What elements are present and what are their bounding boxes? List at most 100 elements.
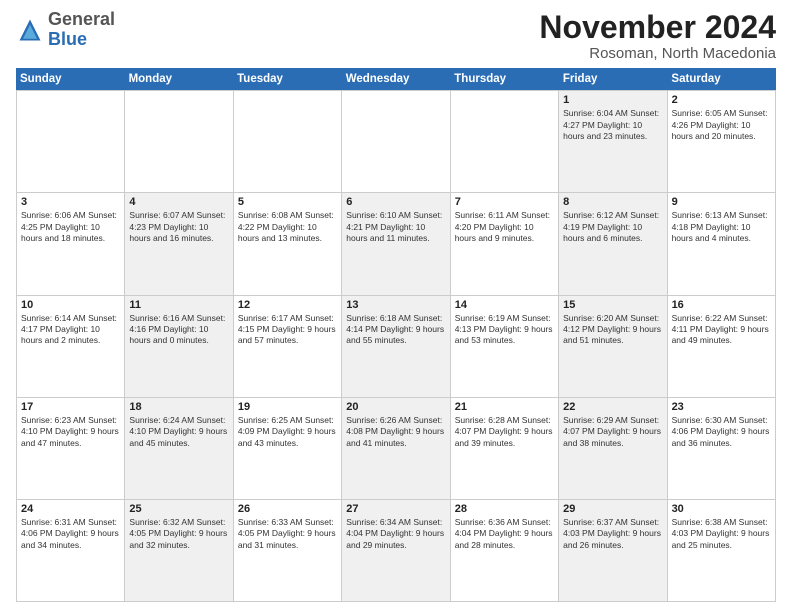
day-info: Sunrise: 6:25 AM Sunset: 4:09 PM Dayligh…	[238, 415, 337, 449]
day-number: 1	[563, 94, 662, 106]
header-tuesday: Tuesday	[233, 68, 342, 90]
day-info: Sunrise: 6:30 AM Sunset: 4:06 PM Dayligh…	[672, 415, 771, 449]
header-thursday: Thursday	[450, 68, 559, 90]
main-title: November 2024	[539, 10, 776, 45]
day-number: 4	[129, 196, 228, 208]
calendar-cell: 23 Sunrise: 6:30 AM Sunset: 4:06 PM Dayli…	[668, 398, 776, 499]
calendar-cell: 1 Sunrise: 6:04 AM Sunset: 4:27 PM Daylig…	[559, 91, 667, 192]
day-info: Sunrise: 6:29 AM Sunset: 4:07 PM Dayligh…	[563, 415, 662, 449]
calendar-row-2: 10 Sunrise: 6:14 AM Sunset: 4:17 PM Dayli…	[17, 296, 776, 398]
calendar-cell: 21 Sunrise: 6:28 AM Sunset: 4:07 PM Dayli…	[451, 398, 559, 499]
day-number: 23	[672, 401, 771, 413]
day-info: Sunrise: 6:34 AM Sunset: 4:04 PM Dayligh…	[346, 517, 445, 551]
calendar-cell: 14Sunrise: 6:19 AM Sunset: 4:13 PM Dayli…	[451, 296, 559, 397]
day-info: Sunrise: 6:05 AM Sunset: 4:26 PM Dayligh…	[672, 108, 771, 142]
day-info: Sunrise: 6:26 AM Sunset: 4:08 PM Dayligh…	[346, 415, 445, 449]
title-block: November 2024 Rosoman, North Macedonia	[539, 10, 776, 62]
day-number: 24	[21, 503, 120, 515]
calendar-row-0: 1 Sunrise: 6:04 AM Sunset: 4:27 PM Daylig…	[17, 91, 776, 193]
day-info: Sunrise: 6:28 AM Sunset: 4:07 PM Dayligh…	[455, 415, 554, 449]
day-info: Sunrise: 6:36 AM Sunset: 4:04 PM Dayligh…	[455, 517, 554, 551]
calendar-cell: 15 Sunrise: 6:20 AM Sunset: 4:12 PM Dayli…	[559, 296, 667, 397]
header-sunday: Sunday	[16, 68, 125, 90]
day-info: Sunrise: 6:22 AM Sunset: 4:11 PM Dayligh…	[672, 313, 771, 347]
day-number: 6	[346, 196, 445, 208]
day-number: 18	[129, 401, 228, 413]
day-number: 7	[455, 196, 554, 208]
logo-blue: Blue	[48, 29, 87, 49]
subtitle: Rosoman, North Macedonia	[539, 45, 776, 62]
day-info: Sunrise: 6:16 AM Sunset: 4:16 PM Dayligh…	[129, 313, 228, 347]
day-number: 15	[563, 299, 662, 311]
calendar-row-4: 24 Sunrise: 6:31 AM Sunset: 4:06 PM Dayli…	[17, 500, 776, 602]
day-info: Sunrise: 6:13 AM Sunset: 4:18 PM Dayligh…	[672, 210, 771, 244]
day-info: Sunrise: 6:08 AM Sunset: 4:22 PM Dayligh…	[238, 210, 337, 244]
calendar-cell: 3 Sunrise: 6:06 AM Sunset: 4:25 PM Daylig…	[17, 193, 125, 294]
calendar-cell: 2 Sunrise: 6:05 AM Sunset: 4:26 PM Daylig…	[668, 91, 776, 192]
day-number: 8	[563, 196, 662, 208]
calendar-cell: 8 Sunrise: 6:12 AM Sunset: 4:19 PM Daylig…	[559, 193, 667, 294]
header-monday: Monday	[125, 68, 234, 90]
calendar-cell: 27Sunrise: 6:34 AM Sunset: 4:04 PM Dayli…	[342, 500, 450, 601]
calendar-cell: 5 Sunrise: 6:08 AM Sunset: 4:22 PM Daylig…	[234, 193, 342, 294]
day-number: 13	[346, 299, 445, 311]
calendar-cell	[17, 91, 125, 192]
day-info: Sunrise: 6:23 AM Sunset: 4:10 PM Dayligh…	[21, 415, 120, 449]
calendar-body: 1 Sunrise: 6:04 AM Sunset: 4:27 PM Daylig…	[16, 90, 776, 602]
day-number: 30	[672, 503, 771, 515]
day-number: 10	[21, 299, 120, 311]
day-info: Sunrise: 6:17 AM Sunset: 4:15 PM Dayligh…	[238, 313, 337, 347]
day-number: 11	[129, 299, 228, 311]
header: General Blue November 2024 Rosoman, Nort…	[16, 10, 776, 62]
calendar-row-1: 3 Sunrise: 6:06 AM Sunset: 4:25 PM Daylig…	[17, 193, 776, 295]
day-info: Sunrise: 6:32 AM Sunset: 4:05 PM Dayligh…	[129, 517, 228, 551]
calendar-header: Sunday Monday Tuesday Wednesday Thursday…	[16, 68, 776, 90]
day-info: Sunrise: 6:31 AM Sunset: 4:06 PM Dayligh…	[21, 517, 120, 551]
header-friday: Friday	[559, 68, 668, 90]
calendar-cell: 30Sunrise: 6:38 AM Sunset: 4:03 PM Dayli…	[668, 500, 776, 601]
page: General Blue November 2024 Rosoman, Nort…	[0, 0, 792, 612]
day-number: 3	[21, 196, 120, 208]
day-info: Sunrise: 6:14 AM Sunset: 4:17 PM Dayligh…	[21, 313, 120, 347]
calendar-cell: 20 Sunrise: 6:26 AM Sunset: 4:08 PM Dayli…	[342, 398, 450, 499]
day-number: 21	[455, 401, 554, 413]
day-number: 12	[238, 299, 337, 311]
day-info: Sunrise: 6:04 AM Sunset: 4:27 PM Dayligh…	[563, 108, 662, 142]
header-saturday: Saturday	[667, 68, 776, 90]
logo-general: General	[48, 9, 115, 29]
calendar-cell: 10 Sunrise: 6:14 AM Sunset: 4:17 PM Dayli…	[17, 296, 125, 397]
calendar-row-3: 17 Sunrise: 6:23 AM Sunset: 4:10 PM Dayli…	[17, 398, 776, 500]
calendar-cell: 17 Sunrise: 6:23 AM Sunset: 4:10 PM Dayli…	[17, 398, 125, 499]
day-info: Sunrise: 6:06 AM Sunset: 4:25 PM Dayligh…	[21, 210, 120, 244]
day-number: 17	[21, 401, 120, 413]
calendar-cell: 9Sunrise: 6:13 AM Sunset: 4:18 PM Daylig…	[668, 193, 776, 294]
logo-text: General Blue	[48, 10, 115, 50]
calendar-cell: 11 Sunrise: 6:16 AM Sunset: 4:16 PM Dayli…	[125, 296, 233, 397]
day-number: 2	[672, 94, 771, 106]
calendar-cell: 22Sunrise: 6:29 AM Sunset: 4:07 PM Dayli…	[559, 398, 667, 499]
day-info: Sunrise: 6:37 AM Sunset: 4:03 PM Dayligh…	[563, 517, 662, 551]
day-info: Sunrise: 6:20 AM Sunset: 4:12 PM Dayligh…	[563, 313, 662, 347]
calendar-cell: 19Sunrise: 6:25 AM Sunset: 4:09 PM Dayli…	[234, 398, 342, 499]
calendar-cell: 28Sunrise: 6:36 AM Sunset: 4:04 PM Dayli…	[451, 500, 559, 601]
day-number: 25	[129, 503, 228, 515]
day-number: 5	[238, 196, 337, 208]
calendar-cell: 13Sunrise: 6:18 AM Sunset: 4:14 PM Dayli…	[342, 296, 450, 397]
calendar-cell: 16 Sunrise: 6:22 AM Sunset: 4:11 PM Dayli…	[668, 296, 776, 397]
logo: General Blue	[16, 10, 115, 50]
day-number: 29	[563, 503, 662, 515]
calendar-cell	[234, 91, 342, 192]
calendar-cell	[451, 91, 559, 192]
day-number: 26	[238, 503, 337, 515]
calendar-cell: 25 Sunrise: 6:32 AM Sunset: 4:05 PM Dayli…	[125, 500, 233, 601]
calendar-cell: 18Sunrise: 6:24 AM Sunset: 4:10 PM Dayli…	[125, 398, 233, 499]
calendar: Sunday Monday Tuesday Wednesday Thursday…	[16, 68, 776, 602]
day-info: Sunrise: 6:12 AM Sunset: 4:19 PM Dayligh…	[563, 210, 662, 244]
calendar-cell: 24 Sunrise: 6:31 AM Sunset: 4:06 PM Dayli…	[17, 500, 125, 601]
day-info: Sunrise: 6:11 AM Sunset: 4:20 PM Dayligh…	[455, 210, 554, 244]
calendar-cell	[125, 91, 233, 192]
day-info: Sunrise: 6:10 AM Sunset: 4:21 PM Dayligh…	[346, 210, 445, 244]
day-number: 20	[346, 401, 445, 413]
day-number: 14	[455, 299, 554, 311]
day-number: 16	[672, 299, 771, 311]
